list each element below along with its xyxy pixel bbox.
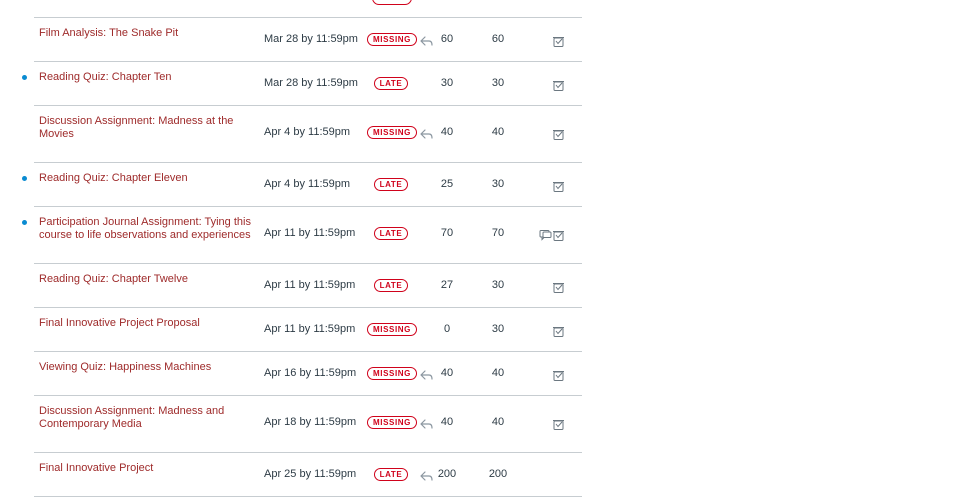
score: 30 — [440, 77, 454, 89]
points-possible: 30 — [491, 178, 505, 190]
table-row: Film Analysis: The Snake Pit Mar 28 by 11… — [34, 18, 582, 62]
unread-indicator — [22, 176, 27, 181]
rubric-icon[interactable] — [552, 325, 566, 337]
score: 25 — [440, 178, 454, 190]
table-row: Viewing Quiz: Happiness Machines Apr 16 b… — [34, 352, 582, 396]
due-date: Apr 25 by 11:59pm — [264, 468, 357, 480]
assignment-title-link[interactable]: Film Analysis: The Snake Pit — [39, 27, 251, 40]
late-badge: LATE — [374, 77, 408, 90]
assignment-title-link[interactable]: Reading Quiz: Chapter Twelve — [39, 273, 251, 286]
rubric-icon[interactable] — [552, 35, 566, 47]
missing-badge: MISSING — [367, 416, 417, 429]
table-row: Discussion Assignment: Madness and Conte… — [34, 396, 582, 453]
points-possible: 60 — [491, 33, 505, 45]
rubric-icon[interactable] — [552, 369, 566, 381]
table-row: Reading Quiz: Chapter Twelve Apr 11 by 11… — [34, 264, 582, 308]
late-badge: LATE — [374, 468, 408, 481]
assignment-title-link[interactable]: Final Innovative Project Proposal — [39, 317, 251, 330]
late-badge: LATE — [374, 178, 408, 191]
score: 200 — [437, 468, 457, 480]
rubric-icon[interactable] — [552, 79, 566, 91]
due-date: Apr 11 by 11:59pm — [264, 323, 356, 335]
score: 40 — [440, 416, 454, 428]
points-possible: 30 — [491, 279, 505, 291]
points-possible: 40 — [491, 367, 505, 379]
rubric-icon[interactable] — [552, 180, 566, 192]
points-possible: 70 — [491, 227, 505, 239]
due-date: Apr 4 by 11:59pm — [264, 126, 351, 138]
table-row: Participation Journal Assignment: Tying … — [22, 207, 582, 264]
rubric-icon[interactable] — [552, 418, 566, 430]
late-badge: LATE — [374, 279, 408, 292]
score: 40 — [440, 126, 454, 138]
table-row: Final Innovative Project Proposal Apr 11 … — [34, 308, 582, 352]
assignment-title-link[interactable]: Discussion Assignment: Madness at the Mo… — [39, 115, 251, 141]
points-possible: 40 — [491, 416, 505, 428]
assignment-title-link[interactable]: Reading Quiz: Chapter Ten — [39, 71, 251, 84]
points-possible: 30 — [491, 323, 505, 335]
due-date: Apr 11 by 11:59pm — [264, 227, 356, 239]
assignment-title-link[interactable]: Final Innovative Project — [39, 462, 251, 475]
due-date: Apr 4 by 11:59pm — [264, 178, 351, 190]
missing-badge: MISSING — [367, 126, 417, 139]
rubric-icon[interactable] — [552, 128, 566, 140]
assignment-title-link[interactable]: Participation Journal Assignment: Tying … — [39, 216, 251, 242]
score: 27 — [440, 279, 454, 291]
unread-indicator — [22, 220, 27, 225]
points-possible: 200 — [488, 468, 508, 480]
rubric-icon[interactable] — [552, 229, 566, 241]
table-row: Reading Quiz: Chapter Eleven Apr 4 by 11:… — [22, 163, 582, 207]
score: 0 — [443, 323, 451, 335]
assignment-title-link[interactable]: Reading Quiz: Chapter Eleven — [39, 172, 251, 185]
points-possible: 30 — [491, 77, 505, 89]
due-date: Apr 11 by 11:59pm — [264, 279, 356, 291]
missing-badge: MISSING — [367, 33, 417, 46]
late-badge: LATE — [374, 227, 408, 240]
table-row: Reading Quiz: Chapter Ten Mar 28 by 11:59… — [22, 62, 582, 106]
score: 70 — [440, 227, 454, 239]
status-badge-partial — [372, 0, 412, 5]
assignment-title-link[interactable]: Viewing Quiz: Happiness Machines — [39, 361, 251, 374]
points-possible: 40 — [491, 126, 505, 138]
grades-page: Film Analysis: The Snake Pit Mar 28 by 11… — [0, 0, 953, 498]
comments-icon[interactable] — [539, 228, 552, 241]
due-date: Apr 18 by 11:59pm — [264, 416, 357, 428]
due-date: Mar 28 by 11:59pm — [264, 77, 358, 89]
due-date: Apr 16 by 11:59pm — [264, 367, 357, 379]
table-row: Discussion Assignment: Madness at the Mo… — [34, 106, 582, 163]
rubric-icon[interactable] — [552, 281, 566, 293]
score: 60 — [440, 33, 454, 45]
score: 40 — [440, 367, 454, 379]
unread-indicator — [22, 75, 27, 80]
missing-badge: MISSING — [367, 323, 417, 336]
table-row: Final Innovative Project Apr 25 by 11:59p… — [34, 453, 582, 497]
missing-badge: MISSING — [367, 367, 417, 380]
assignment-title-link[interactable]: Discussion Assignment: Madness and Conte… — [39, 405, 251, 431]
due-date: Mar 28 by 11:59pm — [264, 33, 358, 45]
